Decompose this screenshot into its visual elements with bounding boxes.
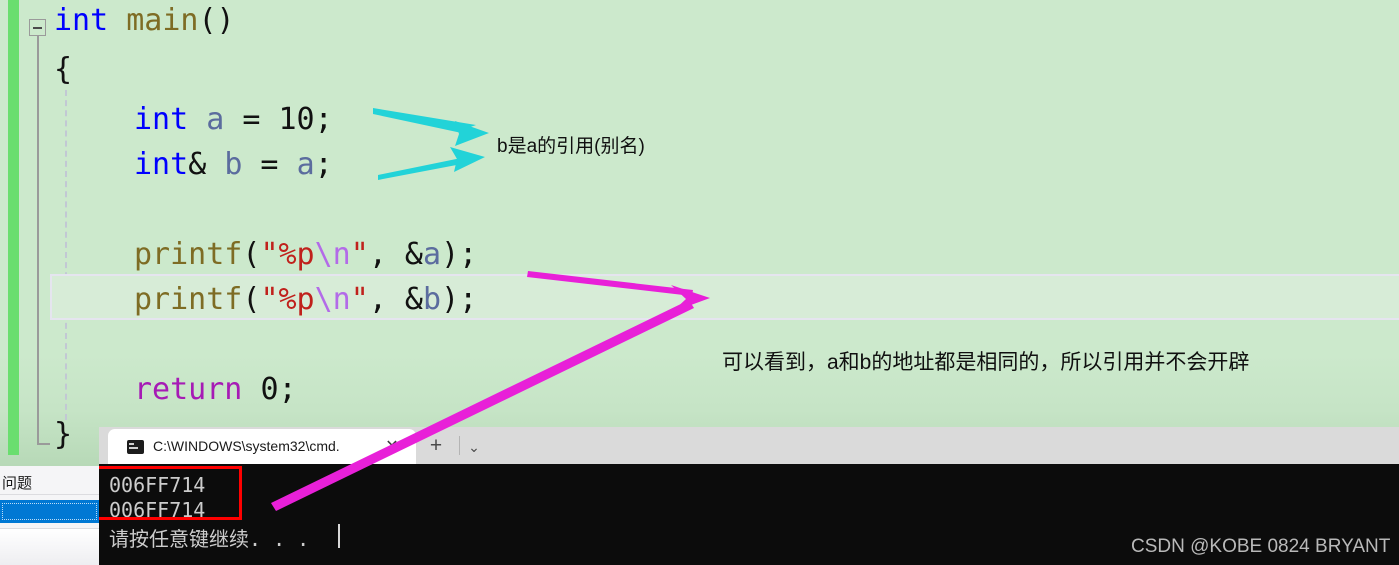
- code-token: int: [134, 102, 207, 137]
- code-token: }: [54, 417, 73, 452]
- code-token: , &: [368, 237, 423, 272]
- new-tab-icon[interactable]: +: [425, 435, 447, 457]
- code-token: "%p: [260, 237, 315, 272]
- code-token: {: [54, 52, 73, 87]
- code-line[interactable]: [0, 187, 1340, 232]
- code-line[interactable]: int main(): [0, 0, 1340, 43]
- problems-panel-label[interactable]: 问题: [2, 472, 32, 493]
- code-token: b: [224, 147, 243, 182]
- problems-selected-row[interactable]: [0, 500, 99, 523]
- code-token: a: [296, 147, 315, 182]
- annotation-reference-note: b是a的引用(别名): [497, 136, 645, 157]
- terminal-tab-title: C:\WINDOWS\system32\cmd.: [153, 438, 340, 454]
- code-token: , &: [368, 282, 423, 317]
- code-token: );: [441, 282, 478, 317]
- terminal-titlebar[interactable]: C:\WINDOWS\system32\cmd. ✕ + ⌄: [99, 427, 1399, 464]
- toolbar-divider: [459, 436, 460, 455]
- terminal-cursor: [338, 524, 340, 548]
- code-token: int: [54, 3, 127, 38]
- panel-divider: [0, 494, 99, 495]
- code-token: printf: [134, 237, 243, 272]
- code-line[interactable]: int a = 10;: [0, 97, 1340, 142]
- problems-panel-footer: [0, 529, 99, 565]
- code-line[interactable]: printf("%p\n", &a);: [0, 232, 1340, 277]
- annotation-address-note-line1: 可以看到，a和b的地址都是相同的，所以引用并不会开辟: [722, 351, 1250, 374]
- code-token: (): [198, 3, 235, 38]
- console-icon: [127, 440, 144, 454]
- code-token: printf: [134, 282, 243, 317]
- terminal-output-line: 请按任意键继续. . .: [109, 527, 310, 551]
- code-token: ;: [314, 102, 333, 137]
- address-highlight-box: [95, 466, 242, 520]
- code-token: int: [134, 147, 189, 182]
- code-token: =: [224, 102, 279, 137]
- code-token: ;: [314, 147, 333, 182]
- code-token: (: [242, 237, 261, 272]
- code-token: main: [126, 3, 199, 38]
- code-token: \n: [314, 237, 351, 272]
- code-token: a: [423, 237, 442, 272]
- code-token: ": [350, 282, 369, 317]
- code-token: ": [350, 237, 369, 272]
- code-token: &: [188, 147, 225, 182]
- code-token: b: [423, 282, 442, 317]
- close-icon[interactable]: ✕: [383, 438, 401, 456]
- terminal-tab-cmd[interactable]: C:\WINDOWS\system32\cmd. ✕: [108, 429, 416, 464]
- chevron-down-icon[interactable]: ⌄: [463, 435, 485, 457]
- code-line[interactable]: int& b = a;: [0, 142, 1340, 187]
- code-token: 10: [278, 102, 315, 137]
- code-token: =: [242, 147, 297, 182]
- code-token: a: [206, 102, 225, 137]
- code-token: "%p: [260, 282, 315, 317]
- code-line[interactable]: {: [0, 47, 1340, 92]
- code-token: );: [441, 237, 478, 272]
- code-token: (: [242, 282, 261, 317]
- watermark: CSDN @KOBE 0824 BRYANT: [1131, 536, 1391, 557]
- code-token: \n: [314, 282, 351, 317]
